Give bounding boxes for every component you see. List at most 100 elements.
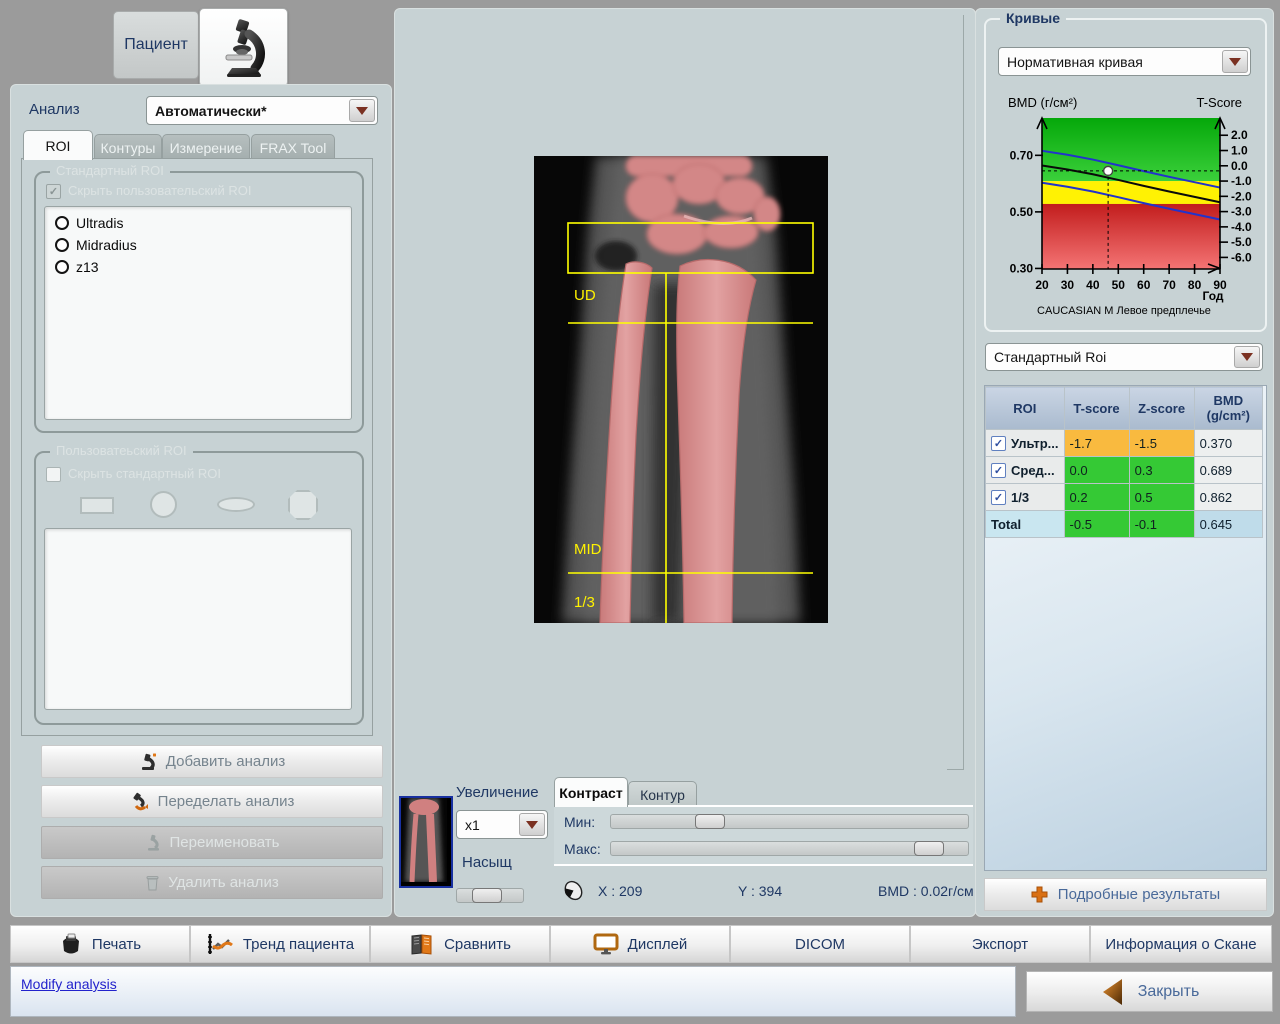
svg-text:2.0: 2.0 bbox=[1231, 128, 1248, 142]
polygon-roi-icon[interactable] bbox=[288, 490, 318, 520]
status-bar: Modify analysis bbox=[10, 966, 1016, 1017]
compare-button[interactable]: Сравнить bbox=[370, 925, 550, 963]
close-button[interactable]: Закрыть bbox=[1026, 971, 1273, 1012]
chevron-down-icon[interactable] bbox=[1234, 346, 1260, 368]
analysis-mode-dropdown[interactable]: Автоматически* bbox=[146, 96, 378, 125]
standard-roi-list[interactable]: Ultradis Midradius z13 bbox=[44, 206, 352, 420]
add-analysis-button[interactable]: Добавить анализ bbox=[41, 745, 383, 778]
col-bmd: BMD (g/cm²) bbox=[1194, 387, 1262, 430]
xray-image[interactable]: UD MID 1/3 bbox=[534, 156, 828, 623]
chevron-down-icon[interactable] bbox=[1222, 50, 1248, 73]
tab-roi[interactable]: ROI bbox=[23, 130, 93, 160]
svg-text:-6.0: -6.0 bbox=[1231, 250, 1252, 264]
radio-icon[interactable] bbox=[55, 216, 69, 230]
radio-icon[interactable] bbox=[55, 238, 69, 252]
analysis-panel: Анализ Автоматически* ROI Контуры Измере… bbox=[10, 84, 392, 917]
row-checkbox[interactable]: ✓ bbox=[991, 436, 1006, 451]
tab-patient[interactable]: Пациент bbox=[113, 11, 199, 79]
chevron-down-icon[interactable] bbox=[349, 99, 375, 122]
roi-item-label: z13 bbox=[76, 259, 99, 275]
cursor-bmd: BMD : 0.02г/см bbox=[878, 883, 974, 899]
table-row-total: Total -0.5 -0.1 0.645 bbox=[986, 511, 1263, 538]
svg-text:0.50: 0.50 bbox=[1010, 205, 1034, 219]
delete-analysis-button[interactable]: Удалить анализ bbox=[41, 866, 383, 899]
hide-user-roi-label: Скрыть пользовательский ROI bbox=[68, 183, 251, 198]
chart-xlabel: Год bbox=[1203, 289, 1224, 303]
svg-text:30: 30 bbox=[1061, 278, 1075, 292]
tab-measurement[interactable]: Измерение bbox=[162, 134, 250, 160]
redo-analysis-button[interactable]: Переделать анализ bbox=[41, 785, 383, 818]
tab-contrast[interactable]: Контраст bbox=[554, 777, 628, 807]
tab-patient-label: Пациент bbox=[124, 36, 188, 54]
row-label: Сред... bbox=[1011, 463, 1055, 478]
detailed-results-button[interactable]: Подробные результаты bbox=[984, 878, 1267, 911]
min-label: Мин: bbox=[564, 814, 595, 830]
tab-analysis[interactable] bbox=[199, 8, 288, 87]
scan-thumbnail[interactable] bbox=[399, 796, 453, 888]
scan-info-button[interactable]: Информация о Скане bbox=[1090, 925, 1272, 963]
list-item[interactable]: Midradius bbox=[45, 234, 351, 256]
circle-roi-icon[interactable] bbox=[150, 491, 177, 518]
min-slider-handle[interactable] bbox=[695, 814, 725, 829]
patient-trend-label: Тренд пациента bbox=[243, 936, 354, 953]
roi-label-ud: UD bbox=[574, 287, 596, 304]
ellipse-roi-icon[interactable] bbox=[217, 497, 255, 512]
svg-text:80: 80 bbox=[1188, 278, 1202, 292]
svg-text:60: 60 bbox=[1137, 278, 1151, 292]
zoom-value: x1 bbox=[465, 817, 480, 833]
row-checkbox[interactable]: ✓ bbox=[991, 463, 1006, 478]
standard-roi-group: Стандартный ROI ✓ Скрыть пользовательски… bbox=[34, 171, 364, 433]
list-item[interactable]: z13 bbox=[45, 256, 351, 278]
radio-icon[interactable] bbox=[55, 260, 69, 274]
hide-user-roi-checkbox[interactable]: ✓ bbox=[46, 184, 61, 199]
chart-footnote: CAUCASIAN M Левое предплечье bbox=[1037, 305, 1211, 317]
svg-text:0.70: 0.70 bbox=[1010, 148, 1034, 162]
print-label: Печать bbox=[92, 936, 141, 953]
svg-text:-4.0: -4.0 bbox=[1231, 220, 1252, 234]
user-roi-list[interactable] bbox=[44, 528, 352, 710]
max-slider-handle[interactable] bbox=[914, 841, 944, 856]
saturation-label: Насыщ bbox=[462, 854, 512, 871]
chevron-down-icon[interactable] bbox=[519, 813, 545, 836]
modify-analysis-link[interactable]: Modify analysis bbox=[21, 976, 117, 992]
dicom-button[interactable]: DICOM bbox=[730, 925, 910, 963]
compare-label: Сравнить bbox=[444, 936, 511, 953]
col-zscore: Z-score bbox=[1129, 387, 1194, 430]
tab-contour[interactable]: Контур bbox=[628, 781, 697, 807]
roi-mode-dropdown[interactable]: Стандартный Roi bbox=[985, 343, 1263, 371]
svg-text:1.0: 1.0 bbox=[1231, 144, 1248, 158]
contrast-tab-page: Мин: Макс: bbox=[554, 805, 973, 866]
compare-icon bbox=[409, 933, 435, 955]
tab-frax-tool[interactable]: FRAX Tool bbox=[251, 134, 335, 160]
viewer-scroll-edge[interactable] bbox=[963, 15, 964, 770]
patient-trend-button[interactable]: Тренд пациента bbox=[190, 925, 370, 963]
min-slider[interactable] bbox=[610, 814, 969, 829]
max-slider[interactable] bbox=[610, 841, 969, 856]
back-arrow-icon bbox=[1100, 977, 1124, 1007]
mouse-icon bbox=[562, 880, 585, 901]
printer-icon bbox=[59, 933, 83, 955]
total-label: Total bbox=[986, 511, 1065, 538]
results-table: ROI T-score Z-score BMD (g/cm²) ✓ Ультр.… bbox=[985, 386, 1263, 538]
display-button[interactable]: Дисплей bbox=[550, 925, 730, 963]
results-table-area: ROI T-score Z-score BMD (g/cm²) ✓ Ультр.… bbox=[984, 385, 1267, 871]
export-button[interactable]: Экспорт bbox=[910, 925, 1090, 963]
roi-item-label: Midradius bbox=[76, 237, 137, 253]
list-item[interactable]: Ultradis bbox=[45, 212, 351, 234]
tab-contours-label: Контуры bbox=[101, 140, 156, 156]
saturation-slider[interactable] bbox=[456, 888, 524, 903]
hide-standard-roi-checkbox[interactable]: ✓ bbox=[46, 467, 61, 482]
tab-roi-label: ROI bbox=[46, 138, 71, 154]
table-row: ✓ 1/3 0.2 0.5 0.862 bbox=[986, 484, 1263, 511]
tab-contours[interactable]: Контуры bbox=[94, 134, 162, 160]
t-score-cell: -0.5 bbox=[1064, 511, 1129, 538]
zoom-dropdown[interactable]: x1 bbox=[456, 810, 548, 839]
cursor-x: X : 209 bbox=[598, 883, 642, 899]
row-checkbox[interactable]: ✓ bbox=[991, 490, 1006, 505]
curve-type-dropdown[interactable]: Нормативная кривая bbox=[998, 47, 1251, 76]
rectangle-roi-icon[interactable] bbox=[80, 497, 114, 514]
print-button[interactable]: Печать bbox=[10, 925, 190, 963]
saturation-slider-handle[interactable] bbox=[472, 888, 502, 903]
rename-analysis-button[interactable]: Переименовать bbox=[41, 826, 383, 859]
svg-text:-1.0: -1.0 bbox=[1231, 174, 1252, 188]
